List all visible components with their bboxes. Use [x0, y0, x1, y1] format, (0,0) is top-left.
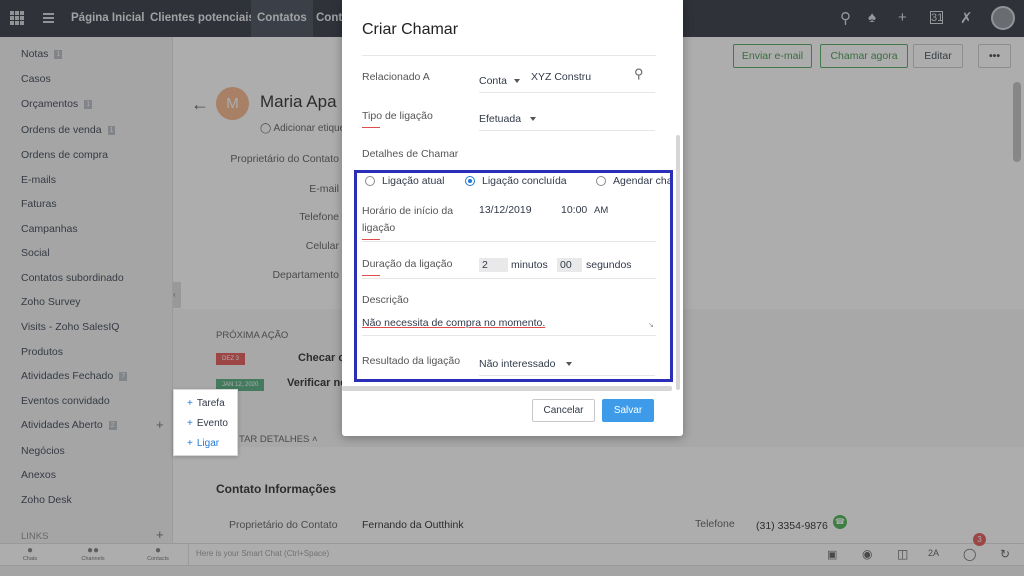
details-toggle[interactable]: TAR DETALHES ˄: [239, 434, 318, 445]
tab-leads[interactable]: Clientes potenciais: [144, 0, 261, 37]
search-icon[interactable]: ⚲: [840, 9, 851, 27]
alarm-icon[interactable]: ◯: [963, 547, 976, 561]
bottom-chat-bar: ● Chats ●● Channels ● Contacts Here is your…: [0, 533, 1024, 565]
sidebar-item-visits[interactable]: Visits - Zoho SalesIQ: [21, 321, 119, 333]
sidebar-item-ordens-venda[interactable]: Ordens de venda 1: [21, 124, 116, 136]
apps-grid-icon[interactable]: [10, 11, 24, 25]
horizontal-scrollbar[interactable]: [0, 565, 1024, 576]
sidebar-item-emails[interactable]: E-mails: [21, 174, 56, 186]
contact-name: Maria Apa: [260, 92, 337, 111]
links-header: LINKS: [21, 531, 49, 542]
quick-add-menu: + Tarefa + Evento + Ligar: [173, 389, 238, 456]
sidebar-item-atividades-fechado[interactable]: Atividades Fechado 7: [21, 370, 128, 382]
translate-icon[interactable]: 2A: [928, 548, 939, 558]
chevron-down-icon: [529, 117, 536, 122]
field-label-mobile: Celular: [305, 240, 339, 252]
back-arrow-icon[interactable]: ←: [191, 94, 209, 115]
tools-icon[interactable]: ✗: [960, 9, 973, 27]
dialog-horizontal-scrollbar[interactable]: [342, 386, 672, 391]
bell-icon[interactable]: ♠: [868, 9, 876, 26]
next-action-label: PRÓXIMA AÇÃO: [216, 330, 289, 341]
tab-contacts[interactable]: Contatos: [251, 0, 313, 37]
calendar-icon[interactable]: 31: [930, 11, 943, 24]
search-icon[interactable]: ⚲: [634, 66, 644, 82]
call-type-select[interactable]: Efetuada: [479, 113, 536, 125]
sidebar-item-zoho-desk[interactable]: Zoho Desk: [21, 494, 72, 506]
tab-home[interactable]: Página Inicial: [65, 0, 151, 37]
field-label-department: Departamento: [272, 269, 339, 281]
menu-item-evento[interactable]: + Evento: [187, 418, 228, 429]
gamepad-icon[interactable]: ◉: [862, 547, 872, 561]
channels-button[interactable]: ●● Channels: [73, 545, 113, 563]
user-avatar[interactable]: [991, 6, 1015, 30]
sidebar-item-contatos-subordinado[interactable]: Contatos subordinado: [21, 272, 124, 284]
notification-count-badge: 3: [973, 533, 986, 546]
add-link-plus-icon[interactable]: +: [156, 527, 164, 542]
hamburger-menu-icon[interactable]: [43, 13, 54, 23]
sidebar-item-faturas[interactable]: Faturas: [21, 198, 57, 210]
sidebar-item-anexos[interactable]: Anexos: [21, 469, 56, 481]
smart-chat-input[interactable]: Here is your Smart Chat (Ctrl+Space): [188, 544, 808, 565]
edit-button[interactable]: Editar: [913, 44, 963, 68]
menu-item-ligar[interactable]: + Ligar: [187, 438, 219, 449]
sidebar-item-produtos[interactable]: Produtos: [21, 346, 63, 358]
contacts-button[interactable]: ● Contacts: [138, 545, 178, 563]
action-date-badge: DEZ 3: [216, 353, 246, 365]
add-activity-plus-icon[interactable]: +: [156, 417, 164, 432]
field-label-email: E-mail: [309, 183, 339, 195]
sidebar-item-negocios[interactable]: Negócios: [21, 445, 65, 457]
related-module-select[interactable]: Conta: [479, 75, 520, 87]
sidebar-item-eventos-convidado[interactable]: Eventos convidado: [21, 395, 110, 407]
page-scrollbar[interactable]: [1013, 82, 1021, 162]
menu-item-tarefa[interactable]: + Tarefa: [187, 398, 225, 409]
sidebar-item-social[interactable]: Social: [21, 247, 50, 259]
collapse-handle[interactable]: ‹: [173, 282, 181, 308]
dialog-scrollbar[interactable]: [676, 135, 680, 390]
add-tag-link[interactable]: ◯ Adicionar etique: [260, 123, 345, 134]
highlight-box: [354, 170, 673, 382]
details-header: Detalhes de Chamar: [362, 148, 459, 160]
sidebar-item-casos[interactable]: Casos: [21, 73, 51, 85]
field-label-phone: Telefone: [299, 211, 339, 223]
cancel-button[interactable]: Cancelar: [532, 399, 595, 422]
related-record-input[interactable]: XYZ Constru: [531, 71, 591, 83]
sidebar-item-zoho-survey[interactable]: Zoho Survey: [21, 296, 81, 308]
contacts-icon: ●: [154, 545, 162, 556]
channels-icon: ●●: [86, 545, 100, 556]
section-title: Contato Informações: [216, 482, 337, 496]
more-options-button[interactable]: •••: [978, 44, 1011, 68]
chevron-down-icon: [513, 79, 520, 84]
send-email-button[interactable]: Enviar e-mail: [733, 44, 812, 68]
plus-icon[interactable]: +: [898, 9, 907, 26]
sidebar-item-orcamentos[interactable]: Orçamentos 1: [21, 98, 93, 110]
sidebar-item-ordens-compra[interactable]: Ordens de compra: [21, 149, 108, 161]
screen-share-icon[interactable]: ▣: [827, 548, 837, 561]
cart-icon[interactable]: ◫: [897, 547, 908, 561]
phone-value[interactable]: (31) 3354-9876: [756, 520, 828, 532]
history-icon[interactable]: ↻: [1000, 547, 1010, 561]
owner-label: Proprietário do Contato: [229, 519, 338, 531]
sidebar-item-atividades-aberto[interactable]: Atividades Aberto 2: [21, 419, 117, 431]
sidebar-item-campanhas[interactable]: Campanhas: [21, 223, 78, 235]
dialog-title: Criar Chamar: [362, 21, 459, 38]
action-title[interactable]: Verificar ne: [287, 377, 346, 389]
chats-button[interactable]: ● Chats: [10, 545, 50, 563]
call-now-button[interactable]: Chamar agora: [820, 44, 908, 68]
related-to-label: Relacionado A: [362, 71, 430, 83]
chat-icon: ●: [26, 545, 34, 556]
contact-avatar: M: [216, 87, 249, 120]
call-type-label: Tipo de ligação: [362, 110, 433, 122]
owner-value: Fernando da Outthink: [362, 519, 464, 531]
tag-icon: ◯: [260, 123, 272, 134]
phone-label: Telefone: [695, 518, 735, 530]
save-button[interactable]: Salvar: [602, 399, 654, 422]
related-list-sidebar: Notas 1 Casos Orçamentos 1 Ordens de venda…: [0, 37, 173, 543]
field-label-owner: Proprietário do Contato: [230, 153, 339, 165]
sidebar-item-notas[interactable]: Notas 1: [21, 48, 63, 60]
phone-call-icon[interactable]: ☎: [833, 515, 847, 529]
